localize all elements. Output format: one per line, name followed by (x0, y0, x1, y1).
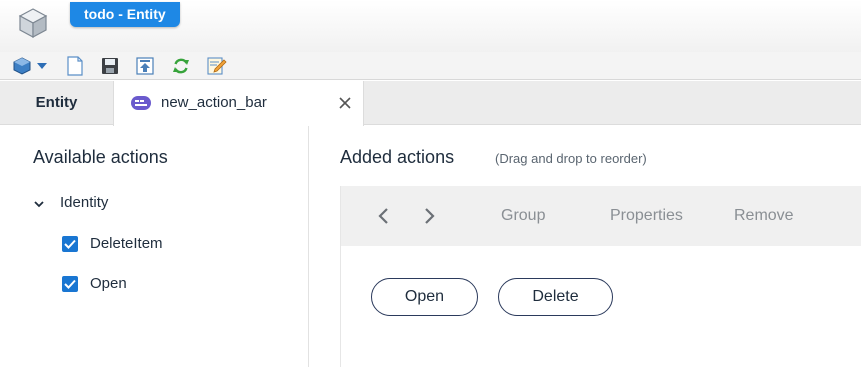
tab-entity[interactable]: Entity (0, 81, 113, 125)
edit-icon[interactable] (206, 55, 228, 77)
checkbox-deleteitem[interactable] (62, 235, 78, 252)
tree-group-label: Identity (60, 194, 109, 211)
chevron-down-icon[interactable] (33, 197, 45, 209)
save-icon[interactable] (99, 55, 121, 77)
action-bar-icon (131, 96, 151, 115)
window-title: todo - Entity (70, 2, 180, 27)
available-actions-panel: Available actions Identity DeleteItem Op… (0, 126, 309, 367)
action-pill-delete[interactable]: Delete (498, 278, 613, 316)
entity-menu-icon[interactable] (11, 55, 33, 77)
added-actions-panel: Added actions (Drag and drop to reorder)… (309, 126, 861, 367)
action-pill-open[interactable]: Open (371, 278, 478, 316)
new-document-icon[interactable] (64, 55, 86, 77)
tree-group-identity[interactable]: Identity (33, 194, 108, 211)
dropdown-arrow-icon[interactable] (35, 55, 49, 77)
tree-item-label: DeleteItem (90, 235, 163, 252)
actions-toolbar: Group Properties Remove (341, 186, 861, 246)
added-actions-box: Group Properties Remove Open Delete (340, 186, 861, 367)
reorder-hint: (Drag and drop to reorder) (495, 151, 647, 166)
available-actions-title: Available actions (33, 147, 168, 167)
tree-item-deleteitem[interactable]: DeleteItem (62, 235, 163, 252)
group-button[interactable]: Group (501, 186, 545, 246)
added-actions-title: Added actions (340, 147, 455, 167)
tree-item-open[interactable]: Open (62, 275, 127, 292)
move-left-icon[interactable] (375, 207, 393, 225)
tab-strip: Entity new_action_bar (0, 81, 861, 126)
title-bar: todo - Entity (0, 0, 861, 52)
tree-item-label: Open (90, 275, 127, 292)
checkbox-open[interactable] (62, 275, 78, 292)
properties-button[interactable]: Properties (610, 186, 683, 246)
close-icon[interactable] (337, 95, 353, 111)
tab-new-action-bar[interactable]: new_action_bar (113, 81, 364, 126)
main-toolbar (0, 52, 861, 80)
tab-label: new_action_bar (161, 94, 267, 111)
refresh-icon[interactable] (170, 55, 192, 77)
cube-logo-icon (16, 6, 50, 40)
remove-button[interactable]: Remove (734, 186, 794, 246)
export-icon[interactable] (134, 55, 156, 77)
move-right-icon[interactable] (420, 207, 438, 225)
